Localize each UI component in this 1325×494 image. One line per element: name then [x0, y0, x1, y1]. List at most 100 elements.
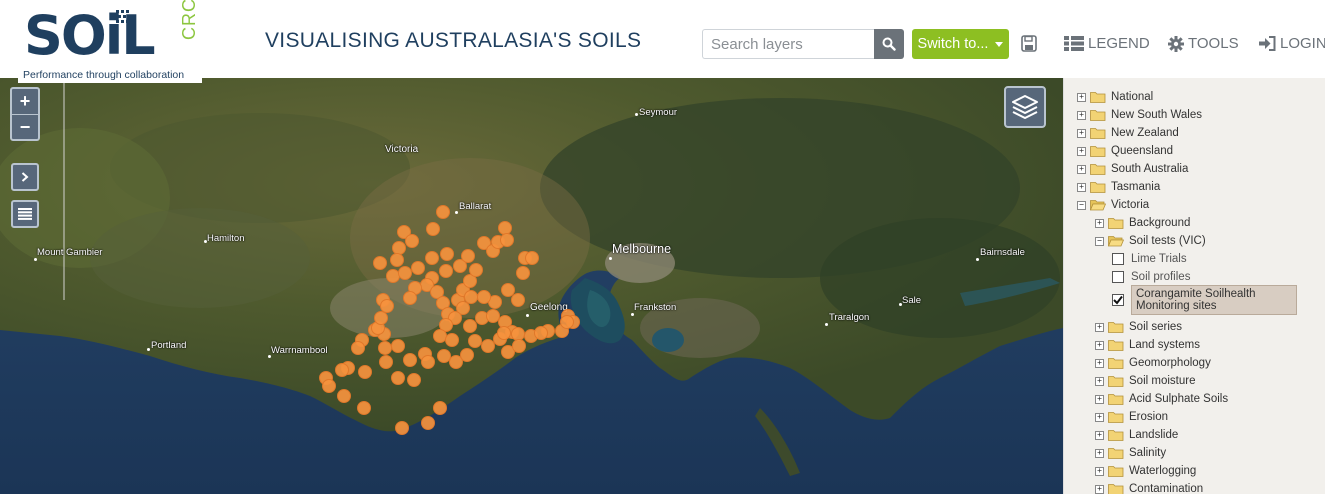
site-marker[interactable]	[322, 379, 336, 393]
site-marker[interactable]	[405, 234, 419, 248]
site-marker[interactable]	[486, 309, 500, 323]
layer-list-button[interactable]	[11, 200, 39, 228]
expand-icon[interactable]: +	[1095, 340, 1104, 350]
map-viewport[interactable]: Victoria Seymour Ballarat Hamilton Mount…	[0, 78, 1063, 494]
tree-item[interactable]: + Tasmania	[1077, 178, 1160, 196]
tree-item[interactable]: − Soil tests (VIC)	[1095, 232, 1206, 250]
site-marker[interactable]	[498, 221, 512, 235]
site-marker[interactable]	[391, 371, 405, 385]
site-marker[interactable]	[437, 349, 451, 363]
site-marker[interactable]	[379, 355, 393, 369]
expand-icon[interactable]: +	[1077, 92, 1086, 102]
search-layers-input[interactable]	[702, 29, 874, 59]
tree-item[interactable]: + Soil moisture	[1095, 372, 1195, 390]
site-marker[interactable]	[469, 263, 483, 277]
site-marker[interactable]	[463, 319, 477, 333]
site-marker[interactable]	[407, 373, 421, 387]
site-marker[interactable]	[395, 421, 409, 435]
site-marker[interactable]	[358, 365, 372, 379]
expand-icon[interactable]: +	[1095, 466, 1104, 476]
tree-item[interactable]: + Salinity	[1095, 444, 1166, 462]
expand-icon[interactable]: +	[1077, 128, 1086, 138]
expand-panel-button[interactable]	[11, 163, 39, 191]
tree-item[interactable]: + Soil series	[1095, 318, 1182, 336]
site-marker[interactable]	[516, 266, 530, 280]
site-marker[interactable]	[380, 299, 394, 313]
tree-item[interactable]: + New South Wales	[1077, 106, 1202, 124]
soilcrc-logo[interactable]: SOiL CRC Performance through collaborati…	[18, 0, 202, 83]
layer-checkbox[interactable]	[1112, 271, 1124, 283]
zoom-in-button[interactable]: +	[12, 89, 38, 114]
site-marker[interactable]	[511, 293, 525, 307]
expand-icon[interactable]: +	[1077, 164, 1086, 174]
site-marker[interactable]	[439, 264, 453, 278]
expand-icon[interactable]: +	[1077, 110, 1086, 120]
tree-item[interactable]: + Background	[1095, 214, 1190, 232]
site-marker[interactable]	[390, 253, 404, 267]
site-marker[interactable]	[445, 333, 459, 347]
site-marker[interactable]	[477, 290, 491, 304]
site-marker[interactable]	[464, 290, 478, 304]
tree-item[interactable]: + South Australia	[1077, 160, 1188, 178]
site-marker[interactable]	[403, 353, 417, 367]
site-marker[interactable]	[525, 251, 539, 265]
tree-item[interactable]: + National	[1077, 88, 1153, 106]
site-marker[interactable]	[500, 233, 514, 247]
site-marker[interactable]	[391, 339, 405, 353]
tree-item[interactable]: + Landslide	[1095, 426, 1178, 444]
expand-icon[interactable]: +	[1095, 484, 1104, 494]
site-marker[interactable]	[511, 327, 525, 341]
site-marker[interactable]	[497, 326, 511, 340]
site-marker[interactable]	[403, 291, 417, 305]
site-marker[interactable]	[373, 256, 387, 270]
site-marker[interactable]	[461, 249, 475, 263]
tree-item[interactable]: + New Zealand	[1077, 124, 1179, 142]
site-marker[interactable]	[351, 341, 365, 355]
site-marker[interactable]	[433, 329, 447, 343]
site-marker[interactable]	[440, 247, 454, 261]
site-marker[interactable]	[468, 334, 482, 348]
expand-icon[interactable]: +	[1095, 394, 1104, 404]
expand-icon[interactable]: +	[1095, 322, 1104, 332]
switch-to-dropdown[interactable]: Switch to...	[912, 29, 1009, 59]
site-marker[interactable]	[501, 283, 515, 297]
legend-button[interactable]: LEGEND	[1064, 35, 1150, 52]
site-marker[interactable]	[411, 261, 425, 275]
basemap-layers-button[interactable]	[1004, 86, 1046, 128]
expand-icon[interactable]: +	[1095, 448, 1104, 458]
layer-checkbox[interactable]	[1112, 253, 1124, 265]
site-marker[interactable]	[398, 266, 412, 280]
expand-icon[interactable]: +	[1095, 218, 1104, 228]
tree-item[interactable]: + Acid Sulphate Soils	[1095, 390, 1228, 408]
tree-item[interactable]: + Waterlogging	[1095, 462, 1196, 480]
site-marker[interactable]	[436, 205, 450, 219]
tree-item[interactable]: + Geomorphology	[1095, 354, 1211, 372]
collapse-icon[interactable]: −	[1095, 236, 1104, 246]
site-marker[interactable]	[357, 401, 371, 415]
tree-item[interactable]: + Contamination	[1095, 480, 1203, 494]
layer-checkbox[interactable]	[1112, 294, 1124, 306]
zoom-out-button[interactable]: −	[12, 114, 38, 139]
site-marker[interactable]	[425, 251, 439, 265]
site-marker[interactable]	[374, 311, 388, 325]
login-button[interactable]: LOGIN	[1259, 35, 1325, 52]
site-marker[interactable]	[534, 326, 548, 340]
save-icon[interactable]	[1021, 35, 1037, 52]
site-marker[interactable]	[392, 241, 406, 255]
expand-icon[interactable]: +	[1095, 358, 1104, 368]
expand-icon[interactable]: +	[1077, 146, 1086, 156]
tree-item[interactable]: + Erosion	[1095, 408, 1168, 426]
site-marker[interactable]	[421, 355, 435, 369]
tools-button[interactable]: TOOLS	[1168, 35, 1239, 52]
site-marker[interactable]	[481, 339, 495, 353]
search-button[interactable]	[874, 29, 904, 59]
site-marker[interactable]	[433, 401, 447, 415]
tree-item[interactable]: Lime Trials	[1112, 250, 1187, 268]
site-marker[interactable]	[335, 363, 349, 377]
site-marker[interactable]	[386, 269, 400, 283]
expand-icon[interactable]: +	[1077, 182, 1086, 192]
expand-icon[interactable]: +	[1095, 430, 1104, 440]
site-marker[interactable]	[426, 222, 440, 236]
tree-item[interactable]: + Land systems	[1095, 336, 1200, 354]
tree-item[interactable]: + Queensland	[1077, 142, 1173, 160]
